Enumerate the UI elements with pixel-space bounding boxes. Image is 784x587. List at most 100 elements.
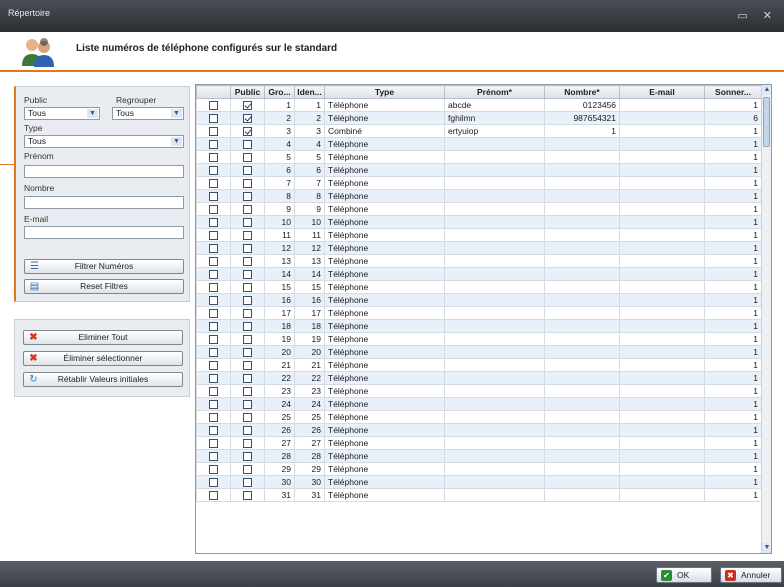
id-cell[interactable]: 10 bbox=[294, 215, 325, 229]
prenom-cell[interactable] bbox=[444, 215, 545, 229]
type-select[interactable]: Tous ▼ bbox=[24, 135, 184, 148]
prenom-cell[interactable] bbox=[444, 241, 545, 255]
group-cell[interactable]: 7 bbox=[264, 176, 295, 190]
prenom-cell[interactable] bbox=[444, 384, 545, 398]
sonnerie-cell[interactable]: 1 bbox=[704, 280, 762, 294]
email-cell[interactable] bbox=[619, 267, 705, 281]
row-select-checkbox[interactable] bbox=[209, 426, 218, 436]
table-row[interactable]: 9 9 Téléphone 1 bbox=[196, 202, 762, 216]
table-row[interactable]: 20 20 Téléphone 1 bbox=[196, 345, 762, 359]
row-select-checkbox[interactable] bbox=[209, 101, 218, 111]
email-cell[interactable] bbox=[619, 228, 705, 242]
group-cell[interactable]: 31 bbox=[264, 488, 295, 502]
eliminate-all-button[interactable]: ✖ Eliminer Tout bbox=[23, 330, 183, 345]
email-cell[interactable] bbox=[619, 202, 705, 216]
id-cell[interactable]: 15 bbox=[294, 280, 325, 294]
email-cell[interactable] bbox=[619, 111, 705, 125]
table-row[interactable]: 25 25 Téléphone 1 bbox=[196, 410, 762, 424]
nombre-cell[interactable]: 0123456 bbox=[544, 98, 620, 112]
group-cell[interactable]: 17 bbox=[264, 306, 295, 320]
prenom-cell[interactable] bbox=[444, 202, 545, 216]
sonnerie-cell[interactable]: 1 bbox=[704, 488, 762, 502]
reset-filters-button[interactable]: ▤ Reset Filtres bbox=[24, 279, 184, 294]
row-select-checkbox[interactable] bbox=[209, 166, 218, 176]
sonnerie-cell[interactable]: 1 bbox=[704, 202, 762, 216]
group-cell[interactable]: 29 bbox=[264, 462, 295, 476]
public-checkbox[interactable] bbox=[243, 179, 252, 189]
table-row[interactable]: 21 21 Téléphone 1 bbox=[196, 358, 762, 372]
public-checkbox[interactable] bbox=[243, 296, 252, 306]
id-cell[interactable]: 26 bbox=[294, 423, 325, 437]
email-cell[interactable] bbox=[619, 254, 705, 268]
type-cell[interactable]: Téléphone bbox=[324, 150, 445, 164]
group-cell[interactable]: 4 bbox=[264, 137, 295, 151]
email-cell[interactable] bbox=[619, 124, 705, 138]
type-cell[interactable]: Téléphone bbox=[324, 189, 445, 203]
email-cell[interactable] bbox=[619, 163, 705, 177]
row-select-checkbox[interactable] bbox=[209, 400, 218, 410]
id-cell[interactable]: 5 bbox=[294, 150, 325, 164]
scroll-up-icon[interactable]: ▲ bbox=[762, 85, 771, 95]
group-cell[interactable]: 22 bbox=[264, 371, 295, 385]
public-checkbox[interactable] bbox=[243, 465, 252, 475]
table-row[interactable]: 30 30 Téléphone 1 bbox=[196, 475, 762, 489]
column-header-prenom[interactable]: Prénom* bbox=[444, 85, 545, 99]
nombre-cell[interactable] bbox=[544, 280, 620, 294]
sonnerie-cell[interactable]: 1 bbox=[704, 449, 762, 463]
sonnerie-cell[interactable]: 1 bbox=[704, 319, 762, 333]
group-cell[interactable]: 5 bbox=[264, 150, 295, 164]
row-select-checkbox[interactable] bbox=[209, 439, 218, 449]
sonnerie-cell[interactable]: 1 bbox=[704, 436, 762, 450]
row-select-checkbox[interactable] bbox=[209, 231, 218, 241]
type-cell[interactable]: Téléphone bbox=[324, 358, 445, 372]
group-cell[interactable]: 12 bbox=[264, 241, 295, 255]
row-select-checkbox[interactable] bbox=[209, 114, 218, 124]
prenom-cell[interactable] bbox=[444, 163, 545, 177]
email-cell[interactable] bbox=[619, 397, 705, 411]
prenom-cell[interactable] bbox=[444, 397, 545, 411]
id-cell[interactable]: 20 bbox=[294, 345, 325, 359]
public-checkbox[interactable] bbox=[243, 400, 252, 410]
nombre-cell[interactable] bbox=[544, 345, 620, 359]
column-header-nombre[interactable]: Nombre* bbox=[544, 85, 620, 99]
nombre-cell[interactable] bbox=[544, 358, 620, 372]
eliminate-selected-button[interactable]: ✖ Éliminer sélectionner bbox=[23, 351, 183, 366]
table-row[interactable]: 26 26 Téléphone 1 bbox=[196, 423, 762, 437]
table-row[interactable]: 2 2 Téléphone fghilmn 987654321 6 bbox=[196, 111, 762, 125]
prenom-cell[interactable]: ertyuiop bbox=[444, 124, 545, 138]
row-select-checkbox[interactable] bbox=[209, 192, 218, 202]
email-cell[interactable] bbox=[619, 358, 705, 372]
prenom-cell[interactable] bbox=[444, 267, 545, 281]
nombre-cell[interactable] bbox=[544, 163, 620, 177]
group-cell[interactable]: 19 bbox=[264, 332, 295, 346]
restore-defaults-button[interactable]: ↻ Rétablir Valeurs initiales bbox=[23, 372, 183, 387]
id-cell[interactable]: 2 bbox=[294, 111, 325, 125]
email-cell[interactable] bbox=[619, 137, 705, 151]
sonnerie-cell[interactable]: 1 bbox=[704, 163, 762, 177]
table-row[interactable]: 10 10 Téléphone 1 bbox=[196, 215, 762, 229]
type-cell[interactable]: Téléphone bbox=[324, 293, 445, 307]
type-cell[interactable]: Téléphone bbox=[324, 176, 445, 190]
type-cell[interactable]: Téléphone bbox=[324, 449, 445, 463]
group-cell[interactable]: 26 bbox=[264, 423, 295, 437]
id-cell[interactable]: 16 bbox=[294, 293, 325, 307]
table-row[interactable]: 28 28 Téléphone 1 bbox=[196, 449, 762, 463]
id-cell[interactable]: 17 bbox=[294, 306, 325, 320]
table-row[interactable]: 16 16 Téléphone 1 bbox=[196, 293, 762, 307]
group-cell[interactable]: 6 bbox=[264, 163, 295, 177]
public-checkbox[interactable] bbox=[243, 361, 252, 371]
sonnerie-cell[interactable]: 1 bbox=[704, 176, 762, 190]
public-checkbox[interactable] bbox=[243, 478, 252, 488]
prenom-input[interactable] bbox=[24, 165, 184, 178]
prenom-cell[interactable]: abcde bbox=[444, 98, 545, 112]
table-row[interactable]: 31 31 Téléphone 1 bbox=[196, 488, 762, 502]
type-cell[interactable]: Téléphone bbox=[324, 384, 445, 398]
table-row[interactable]: 29 29 Téléphone 1 bbox=[196, 462, 762, 476]
email-cell[interactable] bbox=[619, 332, 705, 346]
type-cell[interactable]: Téléphone bbox=[324, 397, 445, 411]
public-checkbox[interactable] bbox=[243, 374, 252, 384]
type-cell[interactable]: Téléphone bbox=[324, 488, 445, 502]
id-cell[interactable]: 22 bbox=[294, 371, 325, 385]
email-cell[interactable] bbox=[619, 293, 705, 307]
email-cell[interactable] bbox=[619, 475, 705, 489]
